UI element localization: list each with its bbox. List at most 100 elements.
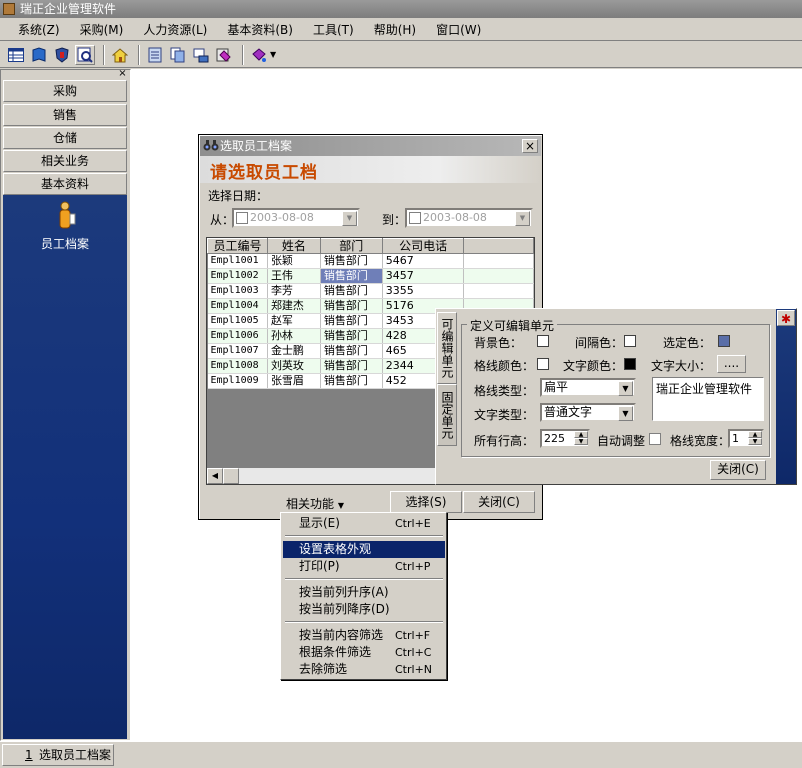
menu-item-remove-filter[interactable]: 去除筛选 Ctrl+N	[283, 661, 445, 678]
menu-item-sort-asc[interactable]: 按当前列升序(A)	[283, 584, 445, 601]
employee-id[interactable]: Empl1004	[207, 298, 268, 314]
gridline-color-swatch[interactable]	[537, 358, 549, 370]
employee-dept[interactable]: 销售部门	[320, 283, 383, 299]
menu-purchase[interactable]: 采购(M)	[70, 20, 134, 40]
menu-system[interactable]: 系统(Z)	[8, 20, 70, 40]
exchange-icon[interactable]	[191, 45, 211, 65]
selected-color-swatch[interactable]	[718, 335, 730, 347]
employee-name[interactable]: 刘英玫	[267, 358, 321, 374]
paint-icon[interactable]	[214, 45, 234, 65]
employee-phone[interactable]: 5467	[382, 253, 465, 269]
employee-dept[interactable]: 销售部门	[320, 373, 383, 389]
nav-warehouse[interactable]: 仓储	[3, 127, 127, 149]
employee-id[interactable]: Empl1006	[207, 328, 268, 344]
close-button[interactable]: 关闭(C)	[463, 491, 535, 513]
chevron-down-icon[interactable]: ▼	[618, 381, 633, 396]
employee-dept-selected[interactable]: 销售部门	[320, 268, 383, 284]
employee-id[interactable]: Empl1008	[207, 358, 268, 374]
table-row[interactable]: Empl1002 王伟 销售部门 3457	[207, 268, 534, 284]
menu-hr[interactable]: 人力资源(L)	[133, 20, 217, 40]
spin-up-icon[interactable]: ▲	[574, 431, 588, 438]
interval-color-swatch[interactable]	[624, 335, 636, 347]
to-date-picker[interactable]: 2003-08-08 ▼	[405, 208, 533, 228]
chevron-down-icon[interactable]: ▼	[342, 211, 357, 226]
menu-item-table-appearance[interactable]: 设置表格外观	[283, 541, 445, 558]
employee-dept[interactable]: 销售部门	[320, 253, 383, 269]
employee-id[interactable]: Empl1007	[207, 343, 268, 359]
employee-icon[interactable]	[52, 200, 78, 230]
employee-id[interactable]: Empl1005	[207, 313, 268, 329]
employee-id[interactable]: Empl1001	[207, 253, 268, 269]
search-icon[interactable]	[75, 44, 95, 65]
employee-name[interactable]: 金士鹏	[267, 343, 321, 359]
book-icon[interactable]	[29, 45, 49, 65]
column-header[interactable]: 部门	[319, 238, 383, 254]
employee-name[interactable]: 王伟	[267, 268, 321, 284]
related-functions-button[interactable]: 相关功能 ▼	[286, 495, 344, 512]
menu-item-filter-current[interactable]: 按当前内容筛选 Ctrl+F	[283, 627, 445, 644]
panel-close-button[interactable]: 关闭(C)	[710, 460, 766, 480]
column-header[interactable]: 姓名	[266, 238, 321, 254]
tab-fixed-cells[interactable]: 固定单元	[437, 384, 457, 446]
employee-name[interactable]: 张雪眉	[267, 373, 321, 389]
menu-item-filter-condition[interactable]: 根据条件筛选 Ctrl+C	[283, 644, 445, 661]
table-row[interactable]: Empl1003 李芳 销售部门 3355	[207, 283, 534, 299]
table-icon[interactable]	[6, 45, 26, 65]
employee-name[interactable]: 张颖	[267, 253, 321, 269]
employee-name[interactable]: 李芳	[267, 283, 321, 299]
employee-dept[interactable]: 销售部门	[320, 343, 383, 359]
menu-tools[interactable]: 工具(T)	[303, 20, 364, 40]
employee-name[interactable]: 郑建杰	[267, 298, 321, 314]
spin-up-icon[interactable]: ▲	[748, 431, 762, 438]
tab-editable-cells[interactable]: 可编辑单元	[437, 312, 457, 384]
gridline-width-spinner[interactable]: 1 ▲ ▼	[728, 429, 764, 448]
window-tab-select-employee[interactable]: 1 选取员工档案	[2, 744, 114, 766]
nav-item-employee-file[interactable]: 员工档案	[3, 235, 127, 252]
to-date-checkbox[interactable]	[409, 212, 421, 224]
employee-id[interactable]: Empl1003	[207, 283, 268, 299]
menu-basic-data[interactable]: 基本资料(B)	[217, 20, 303, 40]
employee-dept[interactable]: 销售部门	[320, 313, 383, 329]
column-header[interactable]: 公司电话	[381, 238, 465, 254]
close-icon[interactable]: ×	[117, 69, 128, 79]
employee-phone[interactable]: 3355	[382, 283, 465, 299]
gridline-type-select[interactable]: 扁平 ▼	[540, 378, 636, 397]
employee-name[interactable]: 赵军	[267, 313, 321, 329]
menu-window[interactable]: 窗口(W)	[426, 20, 491, 40]
text-color-swatch[interactable]	[624, 358, 636, 370]
paint-tool-icon[interactable]	[249, 45, 269, 65]
employee-id[interactable]: Empl1009	[207, 373, 268, 389]
employee-name[interactable]: 孙林	[267, 328, 321, 344]
shield-icon[interactable]	[52, 45, 72, 65]
menu-item-sort-desc[interactable]: 按当前列降序(D)	[283, 601, 445, 618]
dialog-close-button[interactable]: ×	[522, 139, 538, 153]
nav-basic-data[interactable]: 基本资料	[3, 173, 127, 195]
nav-sales[interactable]: 销售	[3, 104, 127, 126]
employee-phone[interactable]: 3457	[382, 268, 465, 284]
bg-color-swatch[interactable]	[537, 335, 549, 347]
home-icon[interactable]	[110, 45, 130, 65]
menu-help[interactable]: 帮助(H)	[364, 20, 426, 40]
document-icon[interactable]	[145, 45, 165, 65]
menu-item-print[interactable]: 打印(P) Ctrl+P	[283, 558, 445, 575]
text-size-button[interactable]: ....	[717, 355, 746, 373]
scroll-left-icon[interactable]: ◀	[207, 468, 223, 484]
from-date-checkbox[interactable]	[236, 212, 248, 224]
spin-down-icon[interactable]: ▼	[574, 438, 588, 445]
text-type-select[interactable]: 普通文字 ▼	[540, 403, 636, 422]
select-button[interactable]: 选择(S)	[390, 491, 462, 513]
employee-id[interactable]: Empl1002	[207, 268, 268, 284]
menu-item-show[interactable]: 显示(E) Ctrl+E	[283, 515, 445, 532]
table-row[interactable]: Empl1001 张颖 销售部门 5467	[207, 253, 534, 269]
nav-purchase[interactable]: 采购	[3, 80, 127, 102]
chevron-down-icon[interactable]: ▼	[618, 406, 633, 421]
row-height-spinner[interactable]: 225 ▲ ▼	[540, 429, 590, 448]
pin-icon[interactable]: ✱	[777, 310, 795, 326]
employee-dept[interactable]: 销售部门	[320, 328, 383, 344]
nav-related-business[interactable]: 相关业务	[3, 150, 127, 172]
chevron-down-icon[interactable]: ▼	[515, 211, 530, 226]
from-date-picker[interactable]: 2003-08-08 ▼	[232, 208, 360, 228]
chevron-down-icon[interactable]: ▼	[270, 50, 276, 59]
employee-dept[interactable]: 销售部门	[320, 298, 383, 314]
spin-down-icon[interactable]: ▼	[748, 438, 762, 445]
